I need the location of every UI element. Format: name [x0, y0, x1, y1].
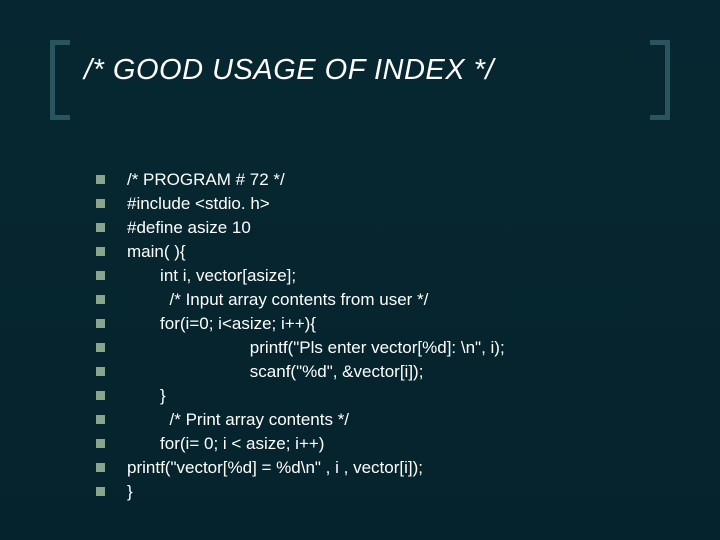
- list-item: printf("vector[%d] = %d\n" , i , vector[…: [96, 458, 660, 478]
- bullet-icon: [96, 223, 105, 232]
- bullet-icon: [96, 271, 105, 280]
- code-line: /* Input array contents from user */: [127, 290, 428, 310]
- bullet-icon: [96, 295, 105, 304]
- list-item: for(i=0; i<asize; i++){: [96, 314, 660, 334]
- bullet-icon: [96, 247, 105, 256]
- code-line: main( ){: [127, 242, 186, 262]
- right-bracket-decoration: [650, 40, 670, 120]
- list-item: printf("Pls enter vector[%d]: \n", i);: [96, 338, 660, 358]
- bullet-icon: [96, 391, 105, 400]
- code-line: scanf("%d", &vector[i]);: [127, 362, 423, 382]
- code-line: printf("vector[%d] = %d\n" , i , vector[…: [127, 458, 423, 478]
- code-line: for(i= 0; i < asize; i++): [127, 434, 324, 454]
- code-line: for(i=0; i<asize; i++){: [127, 314, 316, 334]
- list-item: int i, vector[asize];: [96, 266, 660, 286]
- code-line: }: [127, 482, 133, 502]
- slide: /* GOOD USAGE OF INDEX */ /* PROGRAM # 7…: [0, 0, 720, 540]
- left-bracket-decoration: [50, 40, 70, 120]
- slide-body: /* PROGRAM # 72 */ #include <stdio. h> #…: [96, 170, 660, 506]
- list-item: for(i= 0; i < asize; i++): [96, 434, 660, 454]
- list-item: #include <stdio. h>: [96, 194, 660, 214]
- bullet-icon: [96, 463, 105, 472]
- title-area: /* GOOD USAGE OF INDEX */: [50, 48, 670, 128]
- list-item: /* Input array contents from user */: [96, 290, 660, 310]
- list-item: scanf("%d", &vector[i]);: [96, 362, 660, 382]
- list-item: /* Print array contents */: [96, 410, 660, 430]
- slide-title: /* GOOD USAGE OF INDEX */: [84, 54, 494, 87]
- bullet-icon: [96, 199, 105, 208]
- bullet-icon: [96, 319, 105, 328]
- bullet-icon: [96, 439, 105, 448]
- code-line: #define asize 10: [127, 218, 251, 238]
- list-item: /* PROGRAM # 72 */: [96, 170, 660, 190]
- list-item: }: [96, 386, 660, 406]
- list-item: }: [96, 482, 660, 502]
- list-item: #define asize 10: [96, 218, 660, 238]
- code-line: int i, vector[asize];: [127, 266, 296, 286]
- code-line: #include <stdio. h>: [127, 194, 270, 214]
- bullet-icon: [96, 487, 105, 496]
- bullet-icon: [96, 415, 105, 424]
- list-item: main( ){: [96, 242, 660, 262]
- bullet-icon: [96, 367, 105, 376]
- code-line: }: [127, 386, 166, 406]
- code-line: /* Print array contents */: [127, 410, 349, 430]
- code-line: /* PROGRAM # 72 */: [127, 170, 285, 190]
- bullet-icon: [96, 175, 105, 184]
- code-line: printf("Pls enter vector[%d]: \n", i);: [127, 338, 505, 358]
- bullet-icon: [96, 343, 105, 352]
